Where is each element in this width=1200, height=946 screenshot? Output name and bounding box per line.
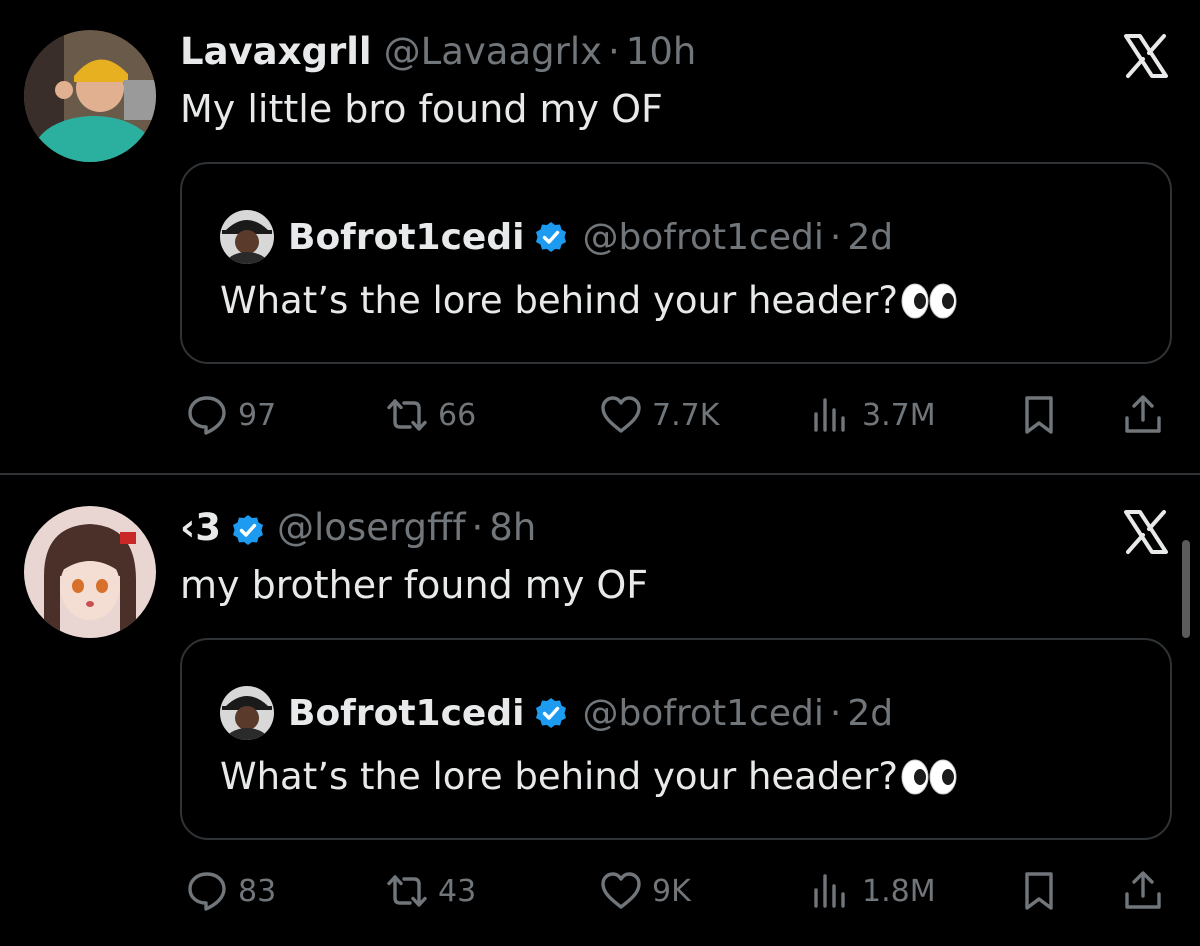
bookmark-icon	[1025, 396, 1053, 434]
bookmark-button[interactable]	[1016, 866, 1062, 916]
avatar	[220, 686, 274, 740]
like-count: 9K	[652, 873, 691, 909]
quote-author-name[interactable]: Bofrot1cedi	[288, 693, 524, 734]
heart-icon	[601, 396, 641, 433]
tweet-text: My little bro found my OF	[180, 87, 663, 131]
speech-bubble-icon	[188, 872, 226, 911]
quote-author-name[interactable]: Bofrot1cedi	[288, 217, 524, 258]
quote-author-handle[interactable]: @bofrot1cedi	[582, 217, 823, 258]
x-logo-icon[interactable]	[1118, 28, 1174, 84]
like-button[interactable]: 9K	[598, 866, 691, 916]
eyes-emoji-icon	[900, 758, 958, 795]
verified-badge-icon	[231, 511, 265, 545]
avatar[interactable]	[24, 30, 156, 162]
views-count: 3.7M	[862, 397, 936, 433]
avatar	[220, 210, 274, 264]
quote-text: What’s the lore behind your header?	[220, 755, 898, 798]
repost-button[interactable]: 43	[384, 866, 476, 916]
repost-count: 43	[438, 873, 477, 909]
author-name[interactable]: ‹3	[180, 504, 221, 552]
author-handle[interactable]: @losergfff	[277, 504, 466, 552]
views-count: 1.8M	[862, 873, 936, 909]
quote-author-handle[interactable]: @bofrot1cedi	[582, 693, 823, 734]
tweet[interactable]: Lavaxgrll @Lavaagrlx · 10h My little bro…	[0, 0, 1200, 474]
reply-count: 97	[238, 397, 277, 433]
repost-button[interactable]: 66	[384, 390, 476, 440]
like-count: 7.7K	[652, 397, 720, 433]
repost-arrows-icon	[387, 875, 427, 907]
views-button[interactable]: 1.8M	[808, 866, 936, 916]
action-bar: 97 66 7.7K 3.7M	[180, 390, 1180, 440]
bar-chart-icon	[814, 874, 845, 908]
reply-button[interactable]: 83	[184, 866, 276, 916]
share-button[interactable]	[1120, 390, 1166, 440]
like-button[interactable]: 7.7K	[598, 390, 719, 440]
heart-icon	[601, 872, 641, 909]
separator-dot: ·	[471, 506, 484, 549]
author-name[interactable]: Lavaxgrll	[180, 28, 372, 76]
quote-header: Bofrot1cedi @bofrot1cedi · 2d	[288, 210, 893, 264]
quote-timestamp[interactable]: 2d	[847, 693, 893, 734]
quote-timestamp[interactable]: 2d	[847, 217, 893, 258]
verified-badge-icon	[534, 220, 568, 254]
author-handle[interactable]: @Lavaagrlx	[384, 28, 602, 76]
separator-dot: ·	[608, 30, 620, 73]
tweet[interactable]: ‹3 @losergfff · 8h my brother found my O…	[0, 476, 1200, 946]
action-bar: 83 43 9K 1.8M	[180, 866, 1180, 916]
bar-chart-icon	[814, 398, 845, 432]
tweet-header: ‹3 @losergfff · 8h	[180, 504, 536, 552]
avatar[interactable]	[24, 506, 156, 638]
share-icon	[1125, 871, 1161, 909]
share-icon	[1125, 395, 1161, 433]
repost-count: 66	[438, 397, 477, 433]
speech-bubble-icon	[188, 396, 226, 435]
repost-arrows-icon	[387, 399, 427, 431]
bookmark-icon	[1025, 872, 1053, 910]
scrollbar-thumb[interactable]	[1182, 540, 1190, 638]
timestamp[interactable]: 8h	[489, 504, 536, 552]
separator-dot: ·	[829, 216, 842, 258]
quoted-tweet[interactable]: Bofrot1cedi @bofrot1cedi · 2d What’s the…	[180, 162, 1172, 364]
views-button[interactable]: 3.7M	[808, 390, 936, 440]
timestamp[interactable]: 10h	[626, 28, 697, 76]
reply-button[interactable]: 97	[184, 390, 276, 440]
separator-dot: ·	[829, 692, 842, 734]
quote-text-line: What’s the lore behind your header?	[220, 752, 958, 802]
share-button[interactable]	[1120, 866, 1166, 916]
verified-badge-icon	[534, 696, 568, 730]
tweet-text: my brother found my OF	[180, 563, 649, 607]
reply-count: 83	[238, 873, 277, 909]
bookmark-button[interactable]	[1016, 390, 1062, 440]
divider	[0, 473, 1200, 475]
quote-header: Bofrot1cedi @bofrot1cedi · 2d	[288, 686, 893, 740]
eyes-emoji-icon	[900, 282, 958, 319]
quote-text: What’s the lore behind your header?	[220, 279, 898, 322]
tweet-header: Lavaxgrll @Lavaagrlx · 10h	[180, 28, 696, 76]
x-logo-icon[interactable]	[1118, 504, 1174, 560]
quoted-tweet[interactable]: Bofrot1cedi @bofrot1cedi · 2d What’s the…	[180, 638, 1172, 840]
quote-text-line: What’s the lore behind your header?	[220, 276, 958, 326]
